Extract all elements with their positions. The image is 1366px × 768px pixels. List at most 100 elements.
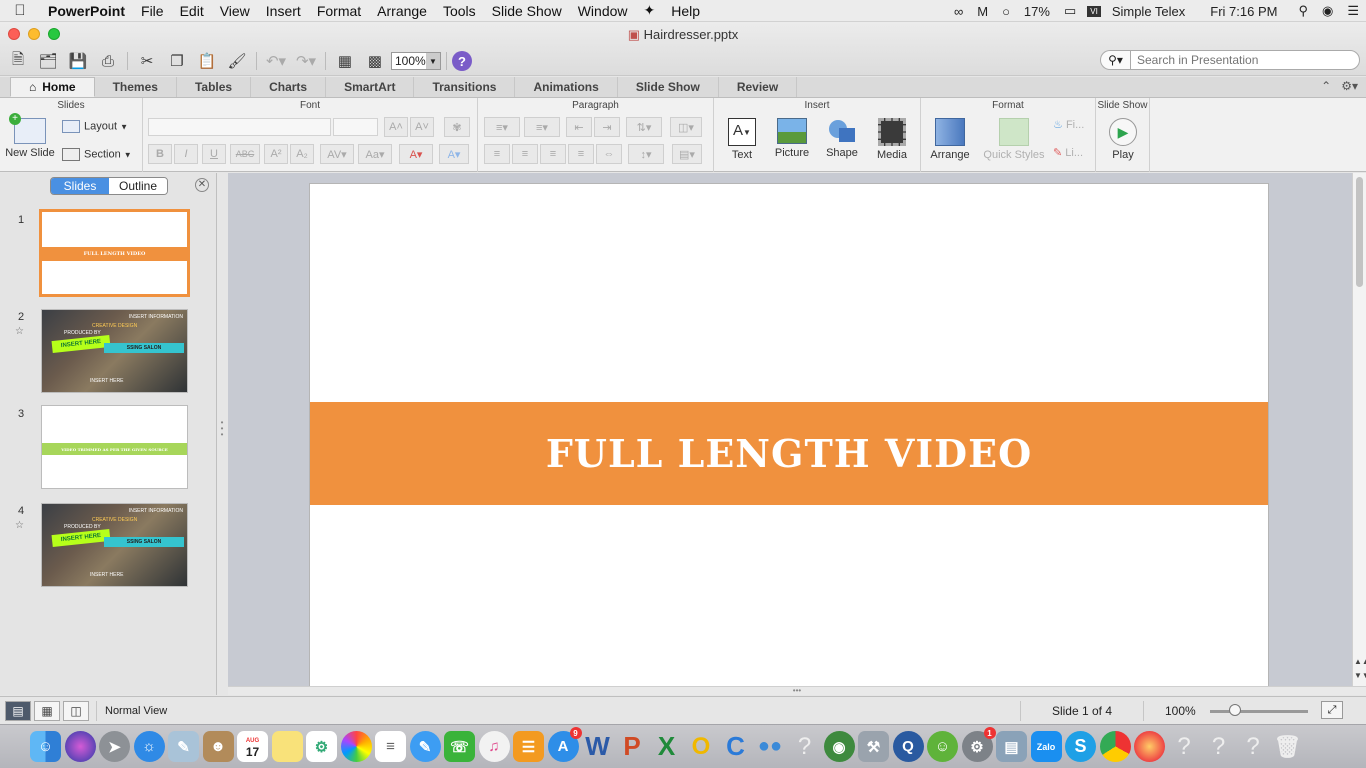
preview-icon[interactable]: ✎ [168,731,199,762]
align-center-button[interactable]: ≡ [512,144,538,164]
align-text-button[interactable]: ▤▾ [672,144,702,164]
coccoc-icon[interactable]: ☺ [927,731,958,762]
creative-cloud-icon[interactable]: ∞ [947,4,970,19]
search-input[interactable] [1130,50,1360,70]
search-icon[interactable]: ⚲▾ [1100,50,1130,70]
scroll-thumb[interactable] [1356,177,1363,287]
insert-picture-button[interactable]: Picture [770,118,814,159]
unknown-app-icon[interactable]: ? [1238,731,1269,762]
character-spacing-button[interactable]: AV▾ [320,144,354,164]
layout-button[interactable]: Layout ▼ [62,120,138,133]
menu-insert[interactable]: Insert [258,3,309,19]
strikethrough-button[interactable]: ABC [230,144,260,164]
columns-button[interactable]: ◫▾ [670,117,702,137]
close-pane-icon[interactable]: ✕ [195,178,209,192]
menu-view[interactable]: View [212,3,258,19]
calendar-icon[interactable]: AUG 17 [237,731,268,762]
menu-app-name[interactable]: PowerPoint [40,3,133,19]
slide-title-band[interactable]: FULL LENGTH VIDEO [310,402,1268,505]
previous-slide-icon[interactable]: ▲▲ [1354,657,1366,666]
tab-animations[interactable]: Animations [515,77,618,97]
print-icon[interactable]: ⎙ [94,50,122,72]
network-icon[interactable]: ◉ [823,731,855,762]
quicktime-icon[interactable]: Q [892,731,924,762]
pane-splitter-handle[interactable]: • • • [218,419,226,439]
superscript-button[interactable]: A² [264,144,288,164]
text-effects-button[interactable]: A▾ [439,144,469,164]
cut-icon[interactable]: ✂ [133,50,161,72]
font-color-button[interactable]: A▾ [399,144,433,164]
change-case-button[interactable]: Aa▾ [358,144,392,164]
reminders-icon[interactable]: ⚙ [306,731,337,762]
menu-window[interactable]: Window [570,3,636,19]
justify-button[interactable]: ≡ [568,144,594,164]
text-direction-button[interactable]: ↕▾ [628,144,664,164]
arrange-button[interactable]: Arrange [925,118,975,161]
decrease-indent-button[interactable]: ⇤ [566,117,592,137]
unknown-app-icon[interactable]: ? [1169,731,1200,762]
play-button[interactable]: ▶ Play [1100,118,1146,161]
menu-edit[interactable]: Edit [172,3,212,19]
notification-center-icon[interactable]: ☰ [1340,3,1366,19]
battery-icon[interactable]: ▭ [1057,3,1083,19]
menu-format[interactable]: Format [309,3,369,19]
increase-indent-button[interactable]: ⇥ [594,117,620,137]
slide-sorter-view-icon[interactable]: ▦ [34,701,60,721]
redo-icon[interactable]: ↷▾ [292,50,320,72]
vertical-scrollbar[interactable]: ▲▲ ▼▼ [1352,173,1366,686]
contacts-icon[interactable]: ☻ [202,731,234,762]
input-source-icon[interactable]: VI [1087,5,1101,17]
zoom-slider-knob[interactable] [1229,704,1241,716]
new-presentation-icon[interactable]: 🗎 [4,50,32,72]
fit-to-window-icon[interactable]: ⤢ [1321,701,1343,719]
system-preferences-icon[interactable]: ⚙ 1 [961,727,996,762]
numbering-button[interactable]: ≡▾ [524,117,560,137]
bold-button[interactable]: B [148,144,172,164]
input-source-label[interactable]: Simple Telex [1105,4,1192,19]
templates-icon[interactable]: 🗂 [34,50,62,72]
shape-fill-button[interactable]: ♨ Fi... [1053,118,1093,131]
menu-arrange[interactable]: Arrange [369,3,435,19]
help-icon[interactable]: ? [452,51,472,71]
gmail-icon[interactable]: M [970,4,995,19]
align-right-button[interactable]: ≡ [540,144,566,164]
word-icon[interactable]: W [582,731,613,762]
menu-file[interactable]: File [133,3,172,19]
align-left-button[interactable]: ≡ [484,144,510,164]
section-button[interactable]: Section ▼ [62,148,138,161]
messages-icon[interactable]: ✎ [409,731,441,762]
tab-slide-show[interactable]: Slide Show [618,77,719,97]
bullets-button[interactable]: ≡▾ [484,117,520,137]
tab-home[interactable]: ⌂ Home [10,77,95,97]
ibooks-icon[interactable]: ☰ [513,731,544,762]
app-store-icon[interactable]: A9 [547,727,582,762]
utilities-icon[interactable]: ⚒ [858,731,889,762]
apple-icon[interactable]:  [0,2,40,19]
excel-icon[interactable]: X [651,731,682,762]
menu-help[interactable]: Help [663,3,708,19]
tab-smartart[interactable]: SmartArt [326,77,415,97]
next-slide-icon[interactable]: ▼▼ [1354,671,1366,680]
collapse-ribbon-icon[interactable]: ⌃ [1321,79,1331,93]
slide-thumbnail-3[interactable]: VIDEO TRIMMED AS PER THE GIVEN SOURCE [41,405,188,489]
finder-icon[interactable]: ☺ [30,731,61,762]
tab-charts[interactable]: Charts [251,77,327,97]
font-size-field[interactable] [333,118,378,136]
line-spacing-button[interactable]: ⇅▾ [626,117,662,137]
skype-icon[interactable]: S [1065,731,1096,762]
trash-icon[interactable]: 🗑 [1272,731,1303,762]
slide-sorter-icon[interactable]: ▦ [331,50,359,72]
shape-line-button[interactable]: ✎ Li... [1053,146,1093,159]
outlook-icon[interactable]: O [686,731,717,762]
photos-icon[interactable] [340,731,372,762]
save-icon[interactable]: 💾 [64,50,92,72]
slide-thumbnail-2[interactable]: INSERT INFORMATION CREATIVE DESIGN PRODU… [41,309,188,393]
slide-title[interactable]: FULL LENGTH VIDEO [546,431,1032,476]
clock[interactable]: Fri 7:16 PM [1192,4,1291,19]
unknown-app-icon[interactable]: ? [1203,731,1234,762]
script-icon[interactable]: ✦ [636,2,664,19]
insert-media-button[interactable]: Media [870,118,914,161]
normal-view-icon[interactable]: ▤ [5,701,31,721]
tab-themes[interactable]: Themes [95,77,177,97]
copy-icon[interactable]: ❐ [163,50,191,72]
